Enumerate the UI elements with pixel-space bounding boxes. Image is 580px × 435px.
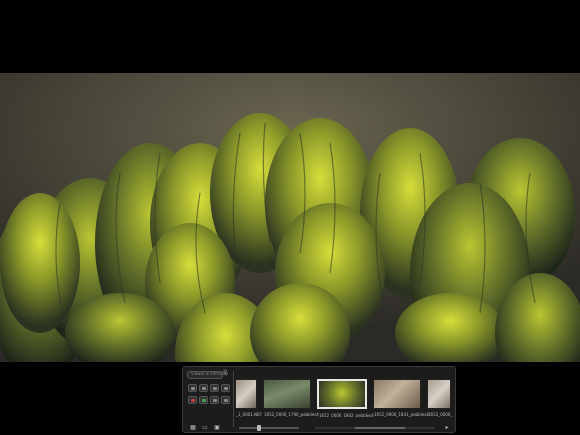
zoom-slider-handle[interactable]: [257, 425, 261, 431]
rating-button-4[interactable]: [221, 384, 230, 392]
thumbnail[interactable]: _1_0001.NEF: [235, 379, 262, 417]
main-photo: [0, 73, 580, 362]
thumbnail-selected[interactable]: 1652_0006_1802_pebbles4: [317, 379, 374, 417]
label-button-3[interactable]: [210, 396, 219, 404]
thumbnail-caption: 1652_0006_1802_pebbles4: [319, 413, 374, 417]
viewer-icon[interactable]: ▣: [213, 425, 221, 431]
rating-button-1[interactable]: [188, 384, 197, 392]
browser-icon[interactable]: ▭: [201, 425, 209, 431]
thumbnail-caption: 1652_0006_: [428, 412, 453, 417]
label-button-4[interactable]: [221, 396, 230, 404]
scrollbar-thumb[interactable]: [355, 427, 405, 429]
filmstrip-hud: Viewer in Filmstrip ⚲ _1_0001.NEF 1652_0…: [182, 366, 456, 433]
thumbnail-caption: _1_0001.NEF: [236, 412, 262, 417]
thumbnail[interactable]: 1652_0006_1790_pebbles4: [263, 379, 319, 417]
label-button-green[interactable]: [199, 396, 208, 404]
view-mode-buttons: ▦ ▭ ▣: [187, 424, 233, 432]
scroll-right-icon[interactable]: ▸: [443, 425, 451, 431]
search-field[interactable]: Viewer in Filmstrip: [187, 371, 228, 379]
search-icon[interactable]: ⚲: [223, 370, 229, 376]
grid-icon[interactable]: ▦: [189, 425, 197, 431]
filmstrip[interactable]: _1_0001.NEF 1652_0006_1790_pebbles4 1652…: [235, 377, 455, 417]
zoom-slider[interactable]: [239, 425, 299, 431]
label-button-red[interactable]: [188, 396, 197, 404]
rating-button-3[interactable]: [210, 384, 219, 392]
image-viewer[interactable]: [0, 73, 580, 362]
divider: [233, 371, 234, 427]
thumbnail[interactable]: 1652_0006_1841_pebbles4: [373, 379, 429, 417]
thumbnail-caption: 1652_0006_1790_pebbles4: [264, 412, 319, 417]
rating-button-2[interactable]: [199, 384, 208, 392]
thumbnail-caption: 1652_0006_1841_pebbles4: [374, 412, 429, 417]
thumbnail[interactable]: 1652_0006_: [427, 379, 452, 417]
filmstrip-controls: ▸: [235, 424, 455, 432]
filmstrip-scrollbar[interactable]: [315, 427, 435, 429]
